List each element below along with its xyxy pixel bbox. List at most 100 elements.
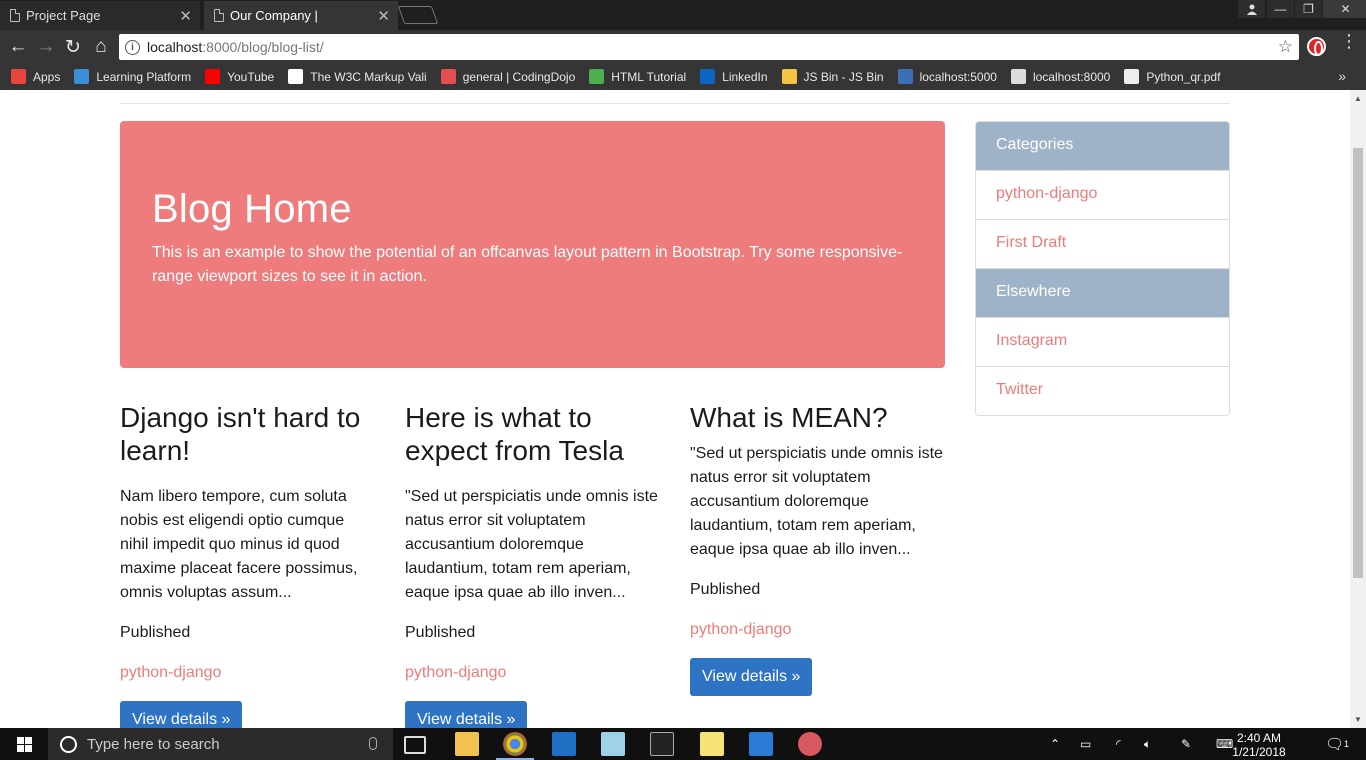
forward-icon[interactable]: → bbox=[35, 36, 57, 58]
post-excerpt: Nam libero tempore, cum soluta nobis est… bbox=[120, 488, 358, 601]
browser-toolbar: ← → ↻ ⌂ i localhost:8000/blog/blog-list/… bbox=[0, 30, 1366, 63]
browser-menu-icon[interactable]: ⋮ bbox=[1340, 32, 1358, 50]
back-icon[interactable]: ← bbox=[7, 36, 29, 58]
youtube-icon bbox=[205, 69, 221, 84]
chrome-icon[interactable] bbox=[503, 732, 527, 756]
sticky-notes-icon[interactable] bbox=[700, 732, 724, 756]
outlook-icon[interactable] bbox=[552, 732, 576, 756]
learning-platform-icon bbox=[74, 69, 90, 84]
post-excerpt: "Sed ut perspiciatis unde omnis iste nat… bbox=[405, 488, 658, 601]
sidebar-item-python-django[interactable]: python-django bbox=[976, 171, 1229, 220]
clock-time: 2:40 AM bbox=[1236, 731, 1282, 745]
post-category-link[interactable]: python-django bbox=[120, 661, 376, 685]
tab-title: Our Company | bbox=[230, 8, 318, 23]
jsbin-icon bbox=[781, 69, 797, 84]
bookmark-item[interactable]: LinkedIn bbox=[700, 69, 768, 84]
tab-our-company[interactable]: Our Company | ✕ bbox=[204, 1, 398, 30]
bookmark-item[interactable]: HTML Tutorial bbox=[589, 69, 686, 84]
info-icon[interactable]: i bbox=[125, 39, 140, 55]
page-icon bbox=[10, 9, 20, 22]
home-icon[interactable]: ⌂ bbox=[90, 36, 112, 58]
show-hidden-icons[interactable]: ⌃ bbox=[1050, 728, 1060, 760]
bookmark-label: Apps bbox=[33, 69, 61, 84]
post-published: Published bbox=[690, 581, 761, 598]
w3schools-icon bbox=[589, 69, 605, 84]
reload-icon[interactable]: ↻ bbox=[62, 36, 84, 58]
bookmark-item[interactable]: YouTube bbox=[205, 69, 274, 84]
close-window-icon[interactable]: ✕ bbox=[1323, 0, 1366, 18]
window-controls: — ❐ ✕ bbox=[1266, 0, 1366, 18]
w3c-icon bbox=[288, 69, 304, 84]
microphone-icon[interactable] bbox=[369, 737, 377, 750]
bookmark-label: Learning Platform bbox=[96, 69, 192, 84]
minimize-icon[interactable]: — bbox=[1267, 0, 1294, 18]
page-title: Blog Home bbox=[152, 187, 352, 231]
address-bar[interactable]: i localhost:8000/blog/blog-list/ ☆ bbox=[119, 34, 1299, 60]
sidebar-item-first-draft[interactable]: First Draft bbox=[976, 220, 1229, 269]
divider bbox=[120, 103, 1230, 104]
bookmark-item[interactable]: Learning Platform bbox=[74, 69, 191, 84]
bookmark-star-icon[interactable]: ☆ bbox=[1278, 37, 1293, 57]
notepad-icon[interactable] bbox=[601, 732, 625, 756]
bookmark-item[interactable]: localhost:5000 bbox=[897, 69, 997, 84]
volume-icon[interactable]: 🔈︎ bbox=[1144, 728, 1151, 760]
close-tab-icon[interactable]: ✕ bbox=[377, 7, 390, 25]
visual-studio-code-icon[interactable] bbox=[749, 732, 773, 756]
view-details-button[interactable]: View details » bbox=[120, 701, 243, 728]
linkedin-icon bbox=[700, 69, 716, 84]
paint-icon[interactable] bbox=[798, 732, 822, 756]
jumbotron-text: This is an example to show the potential… bbox=[152, 244, 903, 285]
opera-extension-icon[interactable] bbox=[1307, 37, 1326, 56]
terminal-icon bbox=[897, 69, 913, 84]
categories-heading: Categories bbox=[976, 122, 1229, 171]
post-title: Django isn't hard to learn! bbox=[120, 402, 361, 466]
blog-post-card: What is MEAN? "Sed ut perspiciatis unde … bbox=[690, 401, 946, 696]
scroll-down-icon[interactable]: ▼ bbox=[1354, 715, 1362, 724]
view-details-button[interactable]: View details » bbox=[405, 701, 528, 728]
notifications-icon[interactable]: 🗨︎ 1 bbox=[1325, 728, 1349, 760]
wifi-icon[interactable]: ◜ bbox=[1116, 728, 1121, 760]
bookmark-item[interactable]: The W3C Markup Vali bbox=[288, 69, 427, 84]
bookmark-item[interactable]: localhost:8000 bbox=[1010, 69, 1111, 84]
bookmark-label: general | CodingDojo bbox=[462, 69, 576, 84]
scrollbar-thumb[interactable] bbox=[1353, 148, 1363, 578]
page-icon bbox=[1010, 69, 1026, 84]
bookmark-label: The W3C Markup Vali bbox=[310, 69, 427, 84]
scroll-up-icon[interactable]: ▲ bbox=[1354, 94, 1362, 103]
tab-strip: Project Page ✕ Our Company | ✕ — ❐ ✕ bbox=[0, 0, 1366, 30]
bookmark-item[interactable]: Python_qr.pdf bbox=[1124, 69, 1220, 84]
blog-post-card: Django isn't hard to learn! Nam libero t… bbox=[120, 401, 376, 728]
task-view-icon[interactable] bbox=[404, 736, 426, 754]
post-category-link[interactable]: python-django bbox=[690, 618, 946, 642]
sidebar-item-twitter[interactable]: Twitter bbox=[976, 367, 1229, 415]
bookmark-item[interactable]: Apps bbox=[11, 69, 60, 84]
bookmark-item[interactable]: general | CodingDojo bbox=[440, 69, 576, 84]
sidebar-item-instagram[interactable]: Instagram bbox=[976, 318, 1229, 367]
more-bookmarks-icon[interactable]: » bbox=[1338, 68, 1346, 84]
bookmark-label: LinkedIn bbox=[722, 69, 768, 84]
post-title: Here is what to expect from Tesla bbox=[405, 402, 624, 466]
start-button[interactable] bbox=[0, 728, 48, 760]
bookmark-label: localhost:8000 bbox=[1032, 69, 1111, 84]
bookmark-label: JS Bin - JS Bin bbox=[803, 69, 884, 84]
close-tab-icon[interactable]: ✕ bbox=[179, 7, 192, 25]
bookmark-item[interactable]: JS Bin - JS Bin bbox=[781, 69, 884, 84]
bookmark-label: localhost:5000 bbox=[919, 69, 997, 84]
pen-icon[interactable]: ✎ bbox=[1181, 728, 1191, 760]
restore-icon[interactable]: ❐ bbox=[1295, 0, 1322, 18]
view-details-button[interactable]: View details » bbox=[690, 658, 813, 696]
bookmark-label: HTML Tutorial bbox=[611, 69, 687, 84]
page-scrollbar[interactable]: ▲ ▼ bbox=[1350, 90, 1366, 728]
file-explorer-icon[interactable] bbox=[455, 732, 479, 756]
battery-icon[interactable]: ▭ bbox=[1080, 728, 1091, 760]
blog-post-card: Here is what to expect from Tesla "Sed u… bbox=[405, 401, 661, 728]
pdf-icon bbox=[1124, 69, 1140, 84]
clock[interactable]: 2:40 AM 1/21/2018 bbox=[1228, 731, 1290, 759]
post-category-link[interactable]: python-django bbox=[405, 661, 661, 685]
command-prompt-icon[interactable] bbox=[650, 732, 674, 756]
taskbar-search[interactable]: Type here to search bbox=[48, 728, 393, 760]
profile-icon[interactable] bbox=[1238, 0, 1265, 18]
taskbar: Type here to search ⌃ ▭ ◜ 🔈︎ ✎ ⌨ 2:40 AM… bbox=[0, 728, 1366, 760]
tab-project-page[interactable]: Project Page ✕ bbox=[0, 1, 200, 30]
new-tab-button[interactable] bbox=[397, 6, 439, 24]
